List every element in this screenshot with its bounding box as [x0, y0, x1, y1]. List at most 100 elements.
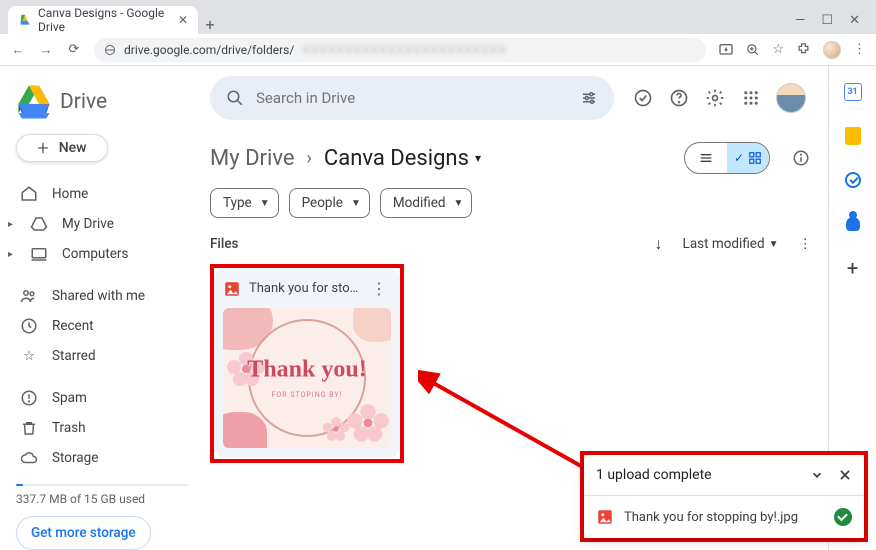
zoom-icon[interactable]: [746, 43, 760, 57]
new-button[interactable]: + New: [16, 134, 108, 162]
browser-tab[interactable]: Canva Designs - Google Drive ✕: [8, 6, 198, 34]
tab-close-icon[interactable]: ✕: [178, 13, 188, 27]
sort-direction-icon[interactable]: ↓: [655, 234, 663, 254]
back-icon[interactable]: ←: [10, 42, 26, 58]
sidebar: Drive + New Home ▸My Drive ▸Computers Sh…: [0, 66, 200, 550]
thumb-sub-text: FOR STOPING BY!: [272, 391, 343, 399]
browser-menu-icon[interactable]: ⋮: [853, 42, 866, 57]
sidebar-item-label: My Drive: [62, 216, 114, 232]
sidebar-item-label: Computers: [62, 246, 128, 262]
ready-offline-icon[interactable]: [632, 87, 654, 109]
get-addons-icon[interactable]: +: [843, 258, 863, 278]
get-more-storage-button[interactable]: Get more storage: [16, 516, 151, 550]
install-icon[interactable]: [718, 42, 734, 58]
expand-icon[interactable]: ▸: [8, 249, 16, 260]
search-input[interactable]: [256, 89, 568, 107]
filter-chips: Type▼ People▼ Modified▼: [210, 188, 812, 218]
url-field[interactable]: drive.google.com/drive/folders/ XXXXXXXX…: [94, 38, 706, 62]
file-card[interactable]: Thank you for sto… ⋮ Thank you! FOR STOP…: [215, 269, 399, 458]
grid-view-button[interactable]: [727, 143, 769, 173]
drive-favicon-icon: [18, 13, 32, 27]
chevron-down-icon: ▼: [769, 239, 779, 250]
sidebar-item-label: Trash: [52, 420, 86, 436]
bookmark-icon[interactable]: ☆: [772, 42, 784, 57]
filter-people[interactable]: People▼: [289, 188, 370, 218]
image-file-icon: [596, 508, 614, 526]
chevron-down-icon: ▼: [260, 198, 270, 209]
list-view-button[interactable]: [685, 143, 727, 173]
forward-icon[interactable]: →: [38, 42, 54, 58]
reload-icon[interactable]: ⟳: [66, 42, 82, 57]
get-more-storage-label: Get more storage: [31, 525, 136, 541]
window-close-icon[interactable]: ✕: [849, 13, 860, 28]
cloud-icon: [20, 449, 38, 467]
breadcrumb-root[interactable]: My Drive: [210, 146, 295, 171]
search-icon: [226, 89, 244, 107]
calendar-icon[interactable]: 31: [843, 82, 863, 102]
settings-icon[interactable]: [704, 87, 726, 109]
sidebar-item-mydrive[interactable]: ▸My Drive: [16, 210, 188, 238]
file-more-icon[interactable]: ⋮: [367, 279, 391, 298]
sidebar-item-starred[interactable]: ☆Starred: [16, 342, 188, 370]
sidebar-item-label: Spam: [52, 390, 87, 406]
people-icon: [20, 287, 38, 305]
minimize-icon[interactable]: —: [795, 13, 805, 28]
sidebar-item-computers[interactable]: ▸Computers: [16, 240, 188, 268]
file-name: Thank you for sto…: [249, 281, 359, 296]
computer-icon: [30, 245, 48, 263]
sidebar-nav: Home ▸My Drive ▸Computers Shared with me…: [16, 180, 188, 472]
sidebar-item-trash[interactable]: Trash: [16, 414, 188, 442]
chevron-down-icon: ▼: [351, 198, 361, 209]
annotation-highlight: Thank you for sto… ⋮ Thank you! FOR STOP…: [210, 264, 404, 463]
chevron-down-icon: ▾: [475, 151, 481, 165]
filter-type[interactable]: Type▼: [210, 188, 279, 218]
help-icon[interactable]: [668, 87, 690, 109]
file-thumbnail: Thank you! FOR STOPING BY!: [223, 308, 391, 448]
view-toggle: [684, 142, 770, 174]
drive-logo[interactable]: Drive: [16, 76, 188, 134]
sidebar-item-label: Home: [52, 186, 88, 202]
success-icon: [834, 508, 852, 526]
annotation-highlight: 1 upload complete Thank you for stopping…: [580, 451, 868, 542]
sidebar-item-label: Recent: [52, 318, 94, 334]
plus-icon: +: [37, 136, 48, 160]
extensions-icon[interactable]: [796, 42, 811, 57]
new-tab-button[interactable]: +: [198, 15, 222, 34]
tasks-icon[interactable]: [843, 170, 863, 190]
more-options-icon[interactable]: ⋮: [799, 236, 813, 252]
storage-quota-text: 337.7 MB of 15 GB used: [16, 492, 188, 506]
url-text: drive.google.com/drive/folders/: [124, 43, 294, 57]
filter-modified[interactable]: Modified▼: [380, 188, 473, 218]
expand-icon[interactable]: ▸: [8, 219, 16, 230]
storage-quota-bar: [16, 484, 188, 486]
contacts-icon[interactable]: [843, 214, 863, 234]
account-avatar[interactable]: [776, 83, 806, 113]
keep-icon[interactable]: [843, 126, 863, 146]
sidebar-item-spam[interactable]: Spam: [16, 384, 188, 412]
window-controls: — ☐ ✕: [795, 13, 868, 34]
apps-icon[interactable]: [740, 87, 762, 109]
breadcrumb-current[interactable]: Canva Designs▾: [324, 146, 481, 171]
site-info-icon[interactable]: [104, 44, 116, 56]
browser-profile-icon[interactable]: [823, 41, 841, 59]
sidebar-item-label: Shared with me: [52, 288, 145, 304]
files-section-label: Files: [210, 236, 239, 252]
url-blurred: XXXXXXXXXXXXXXXXXXXXXXXX: [302, 43, 507, 57]
maximize-icon[interactable]: ☐: [821, 13, 833, 28]
search-box[interactable]: [210, 76, 614, 120]
chevron-right-icon: ›: [307, 148, 312, 169]
browser-address-bar: ← → ⟳ drive.google.com/drive/folders/ XX…: [0, 34, 876, 66]
toast-filename: Thank you for stopping by!.jpg: [624, 510, 798, 525]
details-icon[interactable]: [792, 149, 812, 167]
trash-icon: [20, 419, 38, 437]
sidebar-item-recent[interactable]: Recent: [16, 312, 188, 340]
toast-item[interactable]: Thank you for stopping by!.jpg: [584, 495, 864, 538]
sidebar-item-storage[interactable]: Storage: [16, 444, 188, 472]
toast-close-icon[interactable]: [838, 468, 852, 482]
sidebar-item-home[interactable]: Home: [16, 180, 188, 208]
spam-icon: [20, 389, 38, 407]
toast-collapse-icon[interactable]: [810, 468, 824, 482]
sort-dropdown[interactable]: Last modified▼: [683, 236, 779, 252]
sidebar-item-shared[interactable]: Shared with me: [16, 282, 188, 310]
search-options-icon[interactable]: [580, 89, 598, 107]
